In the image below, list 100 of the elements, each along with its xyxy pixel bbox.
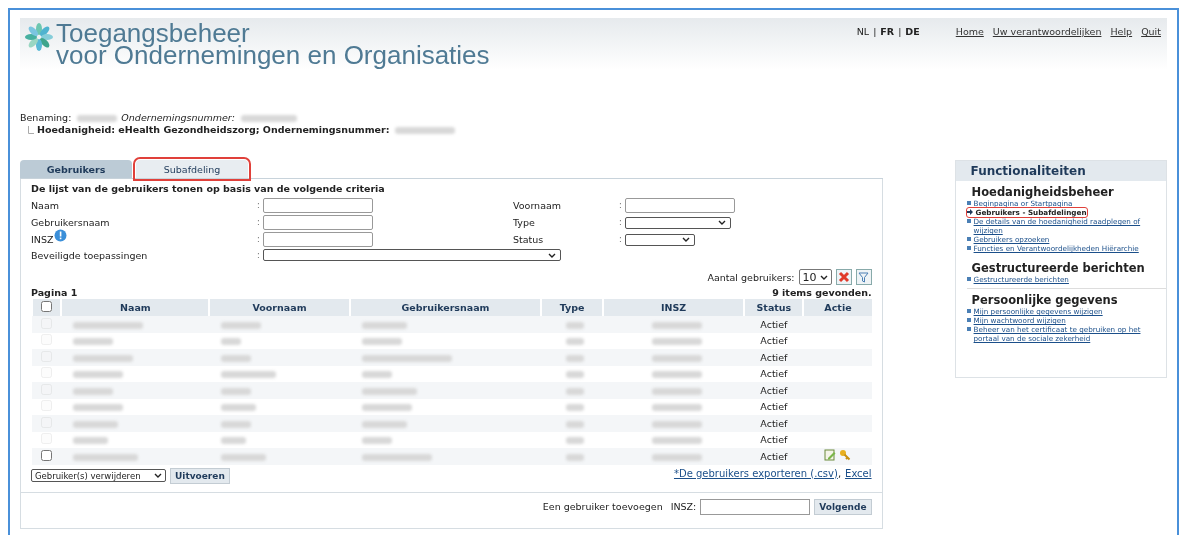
separator: : — [257, 218, 261, 227]
capacity-text: Hoedanigheid: eHealth Gezondheidszorg; Ondernemingsnummer: — [37, 124, 390, 136]
blurred-text — [77, 115, 118, 122]
add-user-label: Een gebruiker toevoegen — [542, 501, 663, 512]
blurred-text — [240, 115, 297, 122]
bullet-icon — [966, 201, 971, 205]
field-label: Type — [513, 217, 536, 228]
separator: : — [257, 235, 261, 244]
dropdown[interactable] — [262, 249, 561, 261]
bulk-action-dropdown[interactable]: Gebruiker(s) verwijderen — [31, 469, 166, 482]
blurred-text — [651, 321, 702, 329]
blurred-text — [221, 404, 257, 412]
status-cell: Actief — [744, 332, 804, 349]
blurred-text — [651, 371, 702, 379]
text-field[interactable] — [262, 198, 373, 213]
section-title: Gestructureerde berichten — [970, 261, 1146, 275]
chevron-down-icon — [819, 274, 828, 280]
column-header: Status — [744, 299, 804, 316]
blurred-text — [361, 371, 392, 379]
column-header: Type — [541, 299, 603, 316]
chevron-down-icon — [154, 473, 162, 478]
nav-link[interactable]: Uw verantwoordelijken — [992, 26, 1102, 37]
insz-label: INSZ: — [670, 501, 697, 512]
tab[interactable]: Gebruikers — [20, 160, 132, 178]
separator: : — [619, 201, 623, 210]
blurred-text — [395, 126, 456, 134]
csv-export-link[interactable]: *De gebruikers exporteren (.csv) — [673, 467, 838, 479]
results-count: 9 items gevonden. — [772, 287, 872, 298]
blurred-text — [651, 354, 702, 362]
blurred-text — [651, 338, 702, 346]
column-header: Naam — [61, 299, 210, 316]
nav-link[interactable]: Help — [1110, 26, 1133, 37]
clear-filter-button[interactable] — [835, 269, 852, 285]
separator: | — [898, 26, 902, 37]
filter-icon — [858, 271, 870, 283]
blurred-text — [566, 354, 585, 362]
count-label: Aantal gebruikers: — [707, 271, 795, 283]
blurred-text — [361, 437, 392, 445]
blurred-text — [221, 321, 262, 329]
bullet-icon — [966, 327, 971, 331]
insz-field[interactable] — [700, 498, 811, 515]
bullet-icon — [966, 277, 971, 281]
filter-button[interactable] — [855, 269, 872, 285]
dropdown[interactable] — [624, 233, 695, 246]
bullet-icon — [966, 237, 971, 241]
nav-link[interactable]: Quit — [1141, 26, 1161, 37]
blurred-text — [651, 404, 702, 412]
language-link[interactable]: NL — [856, 26, 870, 37]
separator: : — [257, 250, 261, 260]
field-label: Naam — [31, 200, 60, 211]
flower-logo-icon — [24, 22, 54, 52]
bullet-icon — [966, 219, 971, 223]
blurred-text — [651, 437, 702, 445]
count-dropdown[interactable]: 10 — [798, 269, 832, 285]
text-field[interactable] — [262, 232, 373, 247]
column-header: Voornaam — [209, 299, 350, 316]
blurred-text — [566, 404, 585, 412]
blurred-text — [73, 387, 114, 395]
blurred-text — [566, 321, 585, 329]
blurred-text — [566, 420, 585, 428]
bullet-icon — [966, 318, 971, 322]
clear-icon — [837, 271, 850, 283]
sidebar-title: Functionaliteiten — [955, 161, 1166, 181]
blurred-text — [221, 338, 242, 346]
bullet-icon — [966, 246, 971, 250]
blurred-text — [651, 387, 702, 395]
tab[interactable]: Subafdeling — [136, 160, 248, 178]
status-cell: Actief — [744, 316, 804, 333]
chevron-down-icon — [681, 237, 690, 242]
company-number-label: Ondernemingsnummer: — [121, 112, 235, 123]
blurred-text — [361, 387, 417, 395]
edit-icon[interactable] — [824, 449, 836, 462]
blurred-text — [221, 387, 252, 395]
key-icon[interactable] — [839, 449, 851, 462]
row-checkbox[interactable] — [41, 449, 53, 461]
blurred-text — [221, 354, 252, 362]
blurred-text — [73, 404, 124, 412]
column-header: Actie — [803, 299, 872, 316]
execute-button[interactable]: Uitvoeren — [170, 467, 230, 484]
status-cell: Actief — [744, 365, 804, 382]
excel-export-link[interactable]: Excel — [845, 467, 872, 479]
field-label: Voornaam — [513, 200, 563, 211]
blurred-text — [221, 437, 247, 445]
blurred-text — [221, 371, 277, 379]
language-link[interactable]: FR — [880, 26, 895, 37]
select-all-checkbox[interactable] — [41, 301, 53, 312]
text-field[interactable] — [624, 198, 735, 213]
next-button[interactable]: Volgende — [814, 498, 872, 515]
nav-link[interactable]: Home — [955, 26, 984, 37]
blurred-text — [73, 338, 114, 346]
blurred-text — [566, 371, 585, 379]
status-cell: Actief — [744, 349, 804, 366]
arrow-icon — [966, 209, 973, 215]
blurred-text — [651, 453, 702, 461]
field-label: Status — [513, 234, 545, 245]
language-link[interactable]: DE — [905, 26, 920, 37]
text-field[interactable] — [262, 215, 373, 230]
blurred-text — [73, 453, 139, 461]
dropdown[interactable] — [624, 216, 731, 229]
separator: : — [257, 201, 261, 210]
